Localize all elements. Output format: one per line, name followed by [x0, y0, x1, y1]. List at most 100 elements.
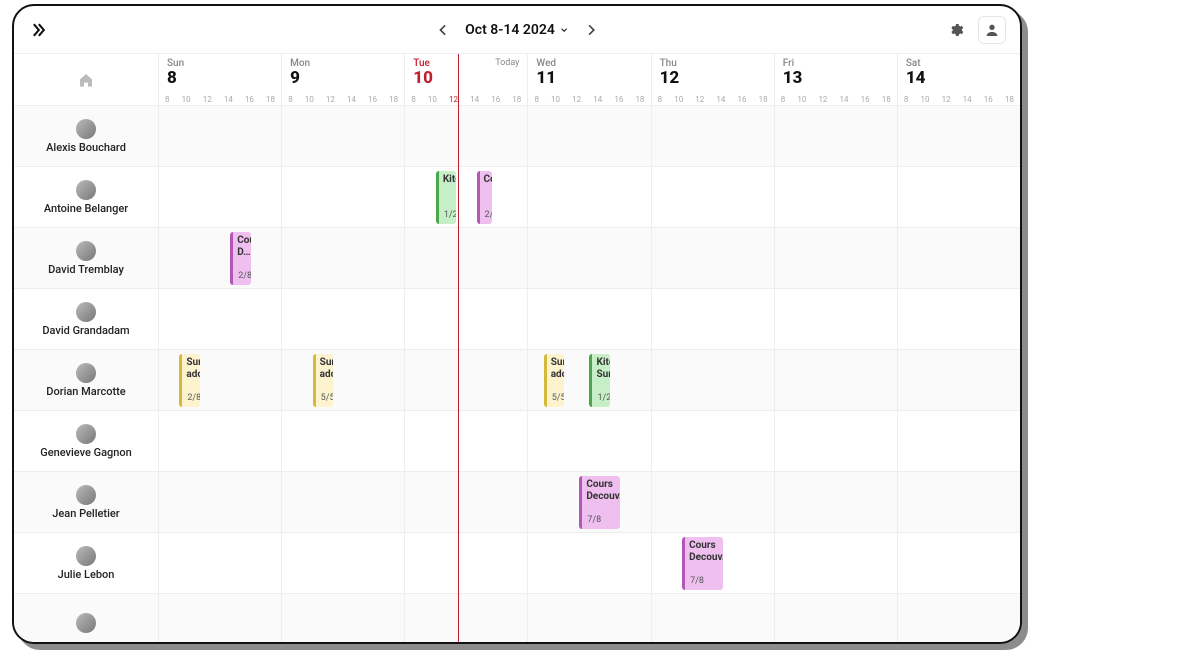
day-cell[interactable] — [652, 472, 775, 532]
day-cell[interactable] — [405, 472, 528, 532]
day-cell[interactable] — [405, 411, 528, 471]
day-cell[interactable] — [652, 167, 775, 227]
day-cell[interactable] — [528, 533, 651, 593]
day-cell[interactable] — [282, 106, 405, 166]
day-cell[interactable] — [528, 594, 651, 642]
day-cell[interactable]: Surf ado…2/8 — [159, 350, 282, 410]
day-cell[interactable] — [652, 106, 775, 166]
calendar-grid[interactable]: Sun881012141618Mon981012141618Tue10Today… — [159, 54, 1020, 642]
day-cell[interactable] — [652, 350, 775, 410]
person-row[interactable]: Dorian Marcotte — [14, 350, 158, 411]
day-cell[interactable] — [159, 289, 282, 349]
day-cell[interactable] — [159, 411, 282, 471]
event[interactable]: Surf ado…5/5 — [313, 354, 333, 407]
expand-sidebar-icon[interactable] — [28, 20, 48, 40]
event[interactable]: Surf ado…2/8 — [179, 354, 199, 407]
day-header[interactable]: Wed1181012141618 — [528, 54, 651, 105]
day-header[interactable]: Fri1381012141618 — [775, 54, 898, 105]
day-cell[interactable] — [898, 228, 1020, 288]
day-cell[interactable] — [652, 289, 775, 349]
person-row[interactable]: Julie Lebon — [14, 533, 158, 594]
next-week-button[interactable] — [583, 22, 599, 38]
person-row[interactable] — [14, 594, 158, 642]
hour-label: 8 — [781, 95, 786, 104]
day-cell[interactable] — [652, 594, 775, 642]
schedule-row — [159, 594, 1020, 642]
day-cell[interactable] — [282, 594, 405, 642]
person-row[interactable]: Antoine Belanger — [14, 167, 158, 228]
day-cell[interactable] — [775, 533, 898, 593]
event[interactable]: Cour…2/8 — [477, 171, 492, 224]
day-cell[interactable] — [898, 289, 1020, 349]
home-icon[interactable] — [78, 72, 94, 88]
person-row[interactable]: Jean Pelletier — [14, 472, 158, 533]
event[interactable]: Surf ado…5/5 — [544, 354, 564, 407]
event[interactable]: Cours D…2/8 — [230, 232, 250, 285]
day-cell[interactable] — [528, 228, 651, 288]
prev-week-button[interactable] — [435, 22, 451, 38]
day-cell[interactable] — [898, 533, 1020, 593]
day-header[interactable]: Sun881012141618 — [159, 54, 282, 105]
day-cell[interactable] — [775, 167, 898, 227]
day-cell[interactable] — [159, 533, 282, 593]
day-cell[interactable] — [159, 167, 282, 227]
date-range-picker[interactable]: Oct 8-14 2024 — [465, 22, 569, 38]
day-cell[interactable] — [898, 594, 1020, 642]
day-cell[interactable]: Surf ado…5/5 Kite Surf1/2 — [528, 350, 651, 410]
day-cell[interactable] — [775, 289, 898, 349]
day-cell[interactable] — [159, 472, 282, 532]
day-cell[interactable] — [282, 411, 405, 471]
settings-button[interactable] — [942, 16, 970, 44]
day-cell[interactable] — [282, 472, 405, 532]
day-cell[interactable] — [898, 350, 1020, 410]
day-cell[interactable] — [528, 289, 651, 349]
day-cell[interactable] — [405, 350, 528, 410]
day-cell[interactable] — [282, 533, 405, 593]
day-cell[interactable] — [282, 289, 405, 349]
day-header[interactable]: Sat1481012141618 — [898, 54, 1020, 105]
day-cell[interactable] — [282, 167, 405, 227]
day-cell[interactable] — [159, 106, 282, 166]
day-cell[interactable]: Surf ado…5/5 — [282, 350, 405, 410]
event[interactable]: Kitesurf1/2 — [436, 171, 456, 224]
day-cell[interactable] — [652, 411, 775, 471]
day-cell[interactable] — [898, 167, 1020, 227]
day-cell[interactable] — [405, 594, 528, 642]
day-cell[interactable] — [775, 350, 898, 410]
day-header[interactable]: Tue10Today81012141618 — [405, 54, 528, 105]
day-header[interactable]: Thu1281012141618 — [652, 54, 775, 105]
day-cell[interactable] — [652, 228, 775, 288]
day-cell[interactable] — [528, 167, 651, 227]
profile-button[interactable] — [978, 16, 1006, 44]
day-cell[interactable] — [775, 594, 898, 642]
day-cell[interactable] — [898, 411, 1020, 471]
day-cell[interactable]: Cours Decouv…7/8 — [652, 533, 775, 593]
event[interactable]: Cours Decouv…7/8 — [579, 476, 620, 529]
day-cell[interactable] — [405, 228, 528, 288]
event-count: 2/8 — [187, 393, 199, 404]
day-cell[interactable]: Kitesurf1/2 Cour…2/8 — [405, 167, 528, 227]
person-row[interactable]: Genevieve Gagnon — [14, 411, 158, 472]
day-cell[interactable] — [898, 472, 1020, 532]
day-cell[interactable] — [405, 106, 528, 166]
day-cell[interactable] — [775, 472, 898, 532]
day-cell[interactable] — [898, 106, 1020, 166]
event[interactable]: Cours Decouv…7/8 — [682, 537, 723, 590]
avatar — [76, 613, 96, 633]
day-cell[interactable] — [282, 228, 405, 288]
day-cell[interactable] — [775, 411, 898, 471]
day-cell[interactable]: Cours D…2/8 — [159, 228, 282, 288]
person-row[interactable]: David Grandadam — [14, 289, 158, 350]
day-cell[interactable]: Cours Decouv…7/8 — [528, 472, 651, 532]
day-cell[interactable] — [159, 594, 282, 642]
person-row[interactable]: Alexis Bouchard — [14, 106, 158, 167]
event[interactable]: Kite Surf1/2 — [589, 354, 609, 407]
day-header[interactable]: Mon981012141618 — [282, 54, 405, 105]
day-cell[interactable] — [775, 228, 898, 288]
person-row[interactable]: David Tremblay — [14, 228, 158, 289]
day-cell[interactable] — [775, 106, 898, 166]
day-cell[interactable] — [528, 411, 651, 471]
day-cell[interactable] — [528, 106, 651, 166]
day-cell[interactable] — [405, 289, 528, 349]
day-cell[interactable] — [405, 533, 528, 593]
